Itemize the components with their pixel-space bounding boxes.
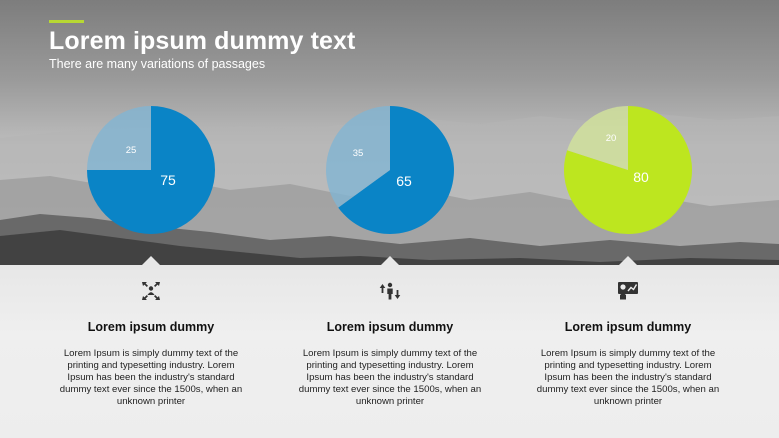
column-body: Lorem Ipsum is simply dummy text of the … — [298, 348, 482, 407]
network-person-icon — [142, 282, 160, 300]
column-heading: Lorem ipsum dummy — [326, 320, 454, 334]
slice-label: 25 — [126, 145, 137, 156]
pointer-arrow — [141, 256, 161, 266]
column-body: Lorem Ipsum is simply dummy text of the … — [536, 348, 720, 407]
feature-column: Lorem ipsum dummy Lorem Ipsum is simply … — [51, 280, 251, 408]
slice-label: 65 — [396, 173, 412, 189]
slice-label: 35 — [353, 148, 364, 159]
pie-charts: 75 25 65 35 80 20 — [87, 106, 693, 235]
slide: Lorem ipsum dummy text There are many va… — [0, 0, 779, 438]
column-heading: Lorem ipsum dummy — [87, 320, 215, 334]
slice-label: 20 — [606, 133, 617, 144]
presentation-chart-icon — [618, 282, 638, 300]
column-body: Lorem Ipsum is simply dummy text of the … — [59, 348, 243, 407]
slice-label: 80 — [633, 169, 649, 185]
pointer-arrow — [618, 256, 638, 266]
pointer-arrow — [380, 256, 400, 266]
slice-label: 75 — [160, 172, 176, 188]
column-heading: Lorem ipsum dummy — [564, 320, 692, 334]
pie-slice — [87, 106, 151, 170]
person-arrows-icon — [379, 282, 401, 300]
feature-column: Lorem ipsum dummy Lorem Ipsum is simply … — [290, 280, 490, 408]
feature-column: Lorem ipsum dummy Lorem Ipsum is simply … — [528, 280, 728, 408]
